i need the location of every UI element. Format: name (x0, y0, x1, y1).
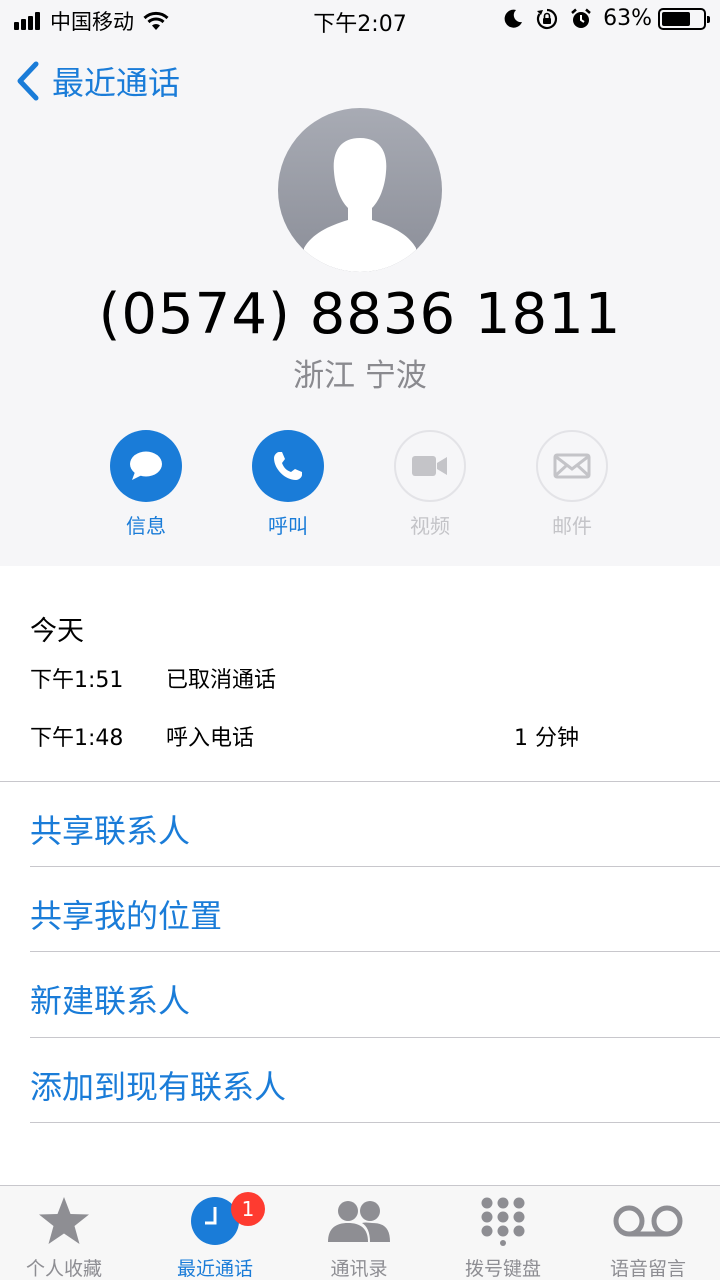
call-label: 呼叫 (268, 514, 308, 538)
call-history-row: 下午1:51 已取消通话 (30, 662, 690, 693)
chevron-left-icon (17, 61, 39, 101)
call-button[interactable]: 呼叫 (233, 430, 343, 539)
video-button[interactable]: 视频 (375, 430, 485, 539)
voicemail-icon (613, 1205, 683, 1237)
video-icon (412, 456, 447, 476)
message-label: 信息 (126, 514, 166, 538)
divider (30, 1122, 720, 1123)
tab-recents[interactable]: 1 最近通话 (145, 1192, 285, 1280)
contacts-icon (328, 1201, 390, 1242)
divider (30, 1037, 720, 1038)
recents-badge: 1 (231, 1192, 265, 1226)
phone-number: (0574) 8836 1811 (98, 282, 622, 347)
call-duration: 1 分钟 (514, 726, 579, 751)
history-date: 今天 (30, 616, 84, 647)
divider (0, 781, 720, 782)
divider (30, 866, 720, 867)
tab-label: 最近通话 (176, 1258, 253, 1280)
video-label: 视频 (410, 514, 450, 538)
call-time: 下午1:48 (30, 726, 124, 751)
mail-label: 邮件 (552, 514, 592, 538)
tab-voicemail[interactable]: 语音留言 (578, 1194, 718, 1280)
back-label: 最近通话 (52, 64, 181, 102)
tab-favorites[interactable]: 个人收藏 (0, 1194, 134, 1280)
rotation-lock-icon (536, 8, 558, 29)
call-type: 呼入电话 (166, 726, 255, 751)
star-icon (39, 1197, 89, 1244)
tab-label: 语音留言 (609, 1258, 686, 1280)
back-button[interactable]: 最近通话 (14, 58, 180, 104)
add-to-existing-contact-option[interactable]: 添加到现有联系人 (30, 1062, 286, 1108)
tab-label: 拨号键盘 (464, 1258, 541, 1280)
tab-bar: 个人收藏 1 最近通话 通讯录 拨号键盘 语音留言 (0, 1185, 720, 1280)
tab-keypad[interactable]: 拨号键盘 (433, 1194, 573, 1280)
mail-button[interactable]: 邮件 (517, 430, 627, 539)
mail-icon (553, 453, 591, 479)
battery-icon (658, 7, 710, 30)
tab-contacts[interactable]: 通讯录 (289, 1194, 429, 1280)
call-history-row: 下午1:48 呼入电话 1 分钟 (30, 720, 690, 751)
phone-icon (274, 452, 302, 480)
tab-label: 个人收藏 (25, 1258, 102, 1280)
moon-icon (504, 9, 523, 28)
status-bar: 中国移动 下午2:07 63% (0, 0, 720, 40)
call-time: 下午1:51 (30, 668, 124, 693)
alarm-icon (571, 8, 591, 28)
battery-percent: 63% (603, 6, 652, 31)
share-location-option[interactable]: 共享我的位置 (30, 891, 222, 937)
tab-label: 通讯录 (330, 1258, 388, 1280)
share-contact-option[interactable]: 共享联系人 (30, 806, 190, 852)
create-contact-option[interactable]: 新建联系人 (30, 976, 190, 1022)
location-label: 浙江 宁波 (293, 358, 427, 394)
call-type: 已取消通话 (166, 668, 277, 693)
message-button[interactable]: 信息 (91, 430, 201, 539)
person-silhouette-icon (304, 138, 416, 272)
keypad-icon (481, 1197, 525, 1246)
message-icon (130, 451, 162, 480)
divider (30, 951, 720, 952)
avatar (278, 108, 442, 272)
